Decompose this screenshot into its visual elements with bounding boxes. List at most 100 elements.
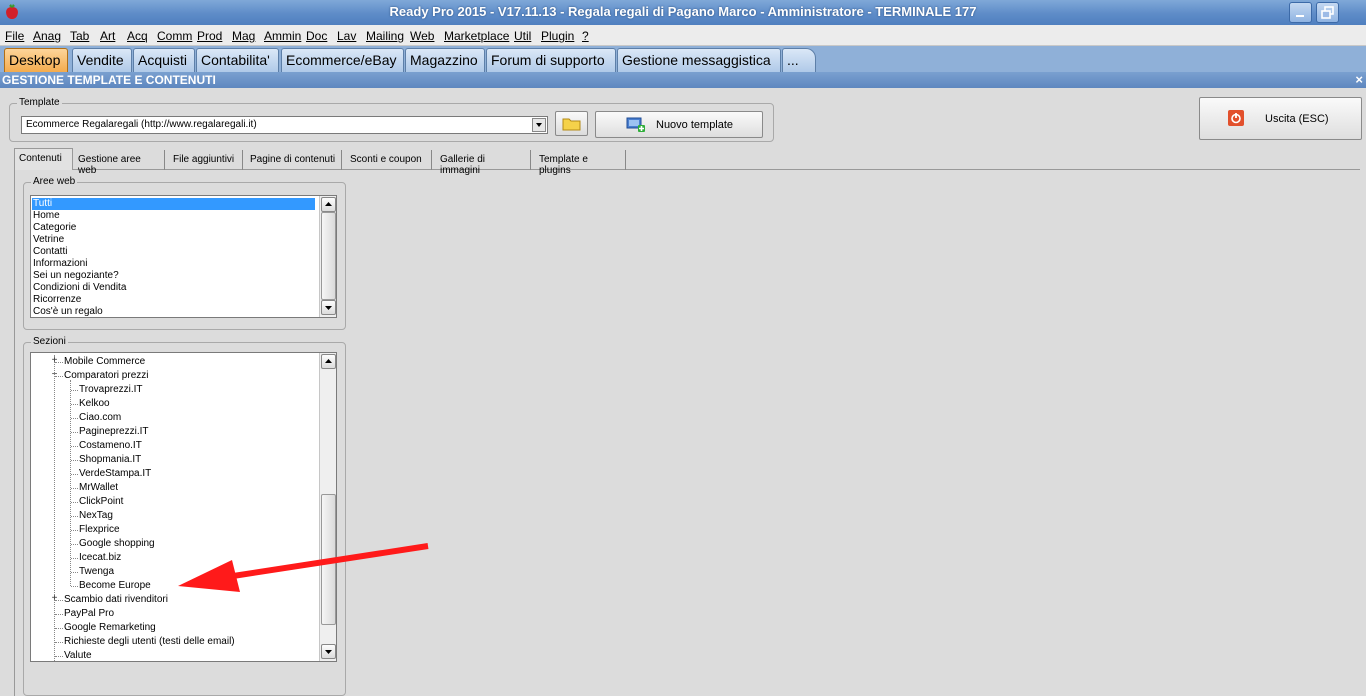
menu-anag[interactable]: Anag (33, 29, 61, 43)
sezioni-scrollbar[interactable] (319, 353, 336, 661)
template-select[interactable]: Ecommerce Regalaregali (http://www.regal… (21, 116, 548, 134)
scroll-down-button[interactable] (321, 644, 336, 659)
subtab-sconti-coupon[interactable]: Sconti e coupon (346, 150, 432, 170)
tab-contabilita[interactable]: Contabilita' (196, 48, 279, 72)
tab-acquisti[interactable]: Acquisti (133, 48, 195, 72)
tree-connector (71, 488, 78, 489)
tree-item[interactable]: NexTag (79, 510, 113, 522)
aree-web-list[interactable]: Tutti Home Categorie Vetrine Contatti Informa… (30, 195, 337, 318)
tree-connector (71, 474, 78, 475)
tree-connector (71, 572, 78, 573)
tree-connector (71, 558, 78, 559)
scroll-up-button[interactable] (321, 354, 336, 369)
menu-acq[interactable]: Acq (127, 29, 148, 43)
menu-prod[interactable]: Prod (197, 29, 222, 43)
subtab-template-plugins[interactable]: Template e plugins (535, 150, 626, 176)
tree-item[interactable]: Mobile Commerce (64, 356, 145, 368)
expand-icon[interactable]: + (50, 594, 59, 604)
tree-item[interactable]: Flexprice (79, 524, 120, 536)
tree-item[interactable]: Google shopping (79, 538, 155, 550)
menu-help[interactable]: ? (582, 29, 589, 43)
subtab-gallerie-immagini[interactable]: Gallerie di immagini (436, 150, 531, 176)
menu-comm[interactable]: Comm (157, 29, 192, 43)
restore-button[interactable] (1316, 2, 1339, 23)
arrow-head (178, 560, 240, 592)
tree-connector (71, 432, 78, 433)
tree-item[interactable]: Icecat.biz (79, 552, 121, 564)
aree-web-item[interactable]: Tutti (32, 198, 315, 210)
expand-icon[interactable]: + (50, 356, 59, 366)
subtab-gestione-aree-web[interactable]: Gestione aree web (74, 150, 165, 176)
scroll-down-button[interactable] (321, 300, 336, 315)
open-folder-button[interactable] (555, 111, 588, 136)
aree-web-item[interactable]: Vetrine (33, 234, 64, 246)
panel-title: GESTIONE TEMPLATE E CONTENUTI (2, 73, 216, 87)
tree-connector (71, 446, 78, 447)
menu-mag[interactable]: Mag (232, 29, 255, 43)
tree-item[interactable]: Become Europe (79, 580, 151, 592)
menu-art[interactable]: Art (100, 29, 115, 43)
menu-lav[interactable]: Lav (337, 29, 356, 43)
tab-more[interactable]: ... (782, 48, 816, 72)
menu-mailing[interactable]: Mailing (366, 29, 404, 43)
tree-item[interactable]: Costameno.IT (79, 440, 142, 452)
tab-ecommerce-ebay[interactable]: Ecommerce/eBay (281, 48, 404, 72)
tree-item[interactable]: Shopmania.IT (79, 454, 141, 466)
close-icon[interactable]: × (1355, 72, 1363, 87)
aree-web-item[interactable]: Categorie (33, 222, 76, 234)
aree-web-item[interactable]: Informazioni (33, 258, 87, 270)
aree-web-item[interactable]: Home (33, 210, 60, 222)
collapse-icon[interactable]: − (50, 370, 59, 380)
menu-web[interactable]: Web (410, 29, 434, 43)
tab-magazzino[interactable]: Magazzino (405, 48, 485, 72)
subtab-contenuti[interactable]: Contenuti (14, 148, 73, 170)
annotation-arrow (178, 543, 429, 592)
tree-item[interactable]: Ciao.com (79, 412, 121, 424)
scroll-thumb[interactable] (321, 212, 336, 300)
tree-connector (71, 544, 78, 545)
aree-web-scrollbar[interactable] (319, 196, 336, 317)
aree-web-item[interactable]: Contatti (33, 246, 67, 258)
tree-item[interactable]: Twenga (79, 566, 114, 578)
tree-item[interactable]: Comparatori prezzi (64, 370, 148, 382)
aree-web-item[interactable]: Cos'è un regalo (33, 306, 103, 317)
minimize-button[interactable] (1289, 2, 1312, 23)
tree-item[interactable]: Scambio dati rivenditori (64, 594, 168, 606)
dropdown-arrow-button[interactable] (532, 118, 546, 132)
tree-connector (71, 390, 78, 391)
tab-forum-supporto[interactable]: Forum di supporto (486, 48, 616, 72)
tree-connector (71, 502, 78, 503)
tree-item[interactable]: PayPal Pro (64, 608, 114, 620)
tree-item[interactable]: Richieste degli utenti (testi delle emai… (64, 636, 235, 648)
menu-file[interactable]: File (5, 29, 24, 43)
tree-item[interactable]: ClickPoint (79, 496, 123, 508)
aree-web-item[interactable]: Sei un negoziante? (33, 270, 119, 282)
tree-item[interactable]: Valute (64, 650, 92, 661)
aree-web-item[interactable]: Condizioni di Vendita (33, 282, 126, 294)
subtab-pagine-contenuti[interactable]: Pagine di contenuti (246, 150, 342, 170)
tab-gestione-messaggistica[interactable]: Gestione messaggistica (617, 48, 781, 72)
scroll-up-button[interactable] (321, 197, 336, 212)
subtab-file-aggiuntivi[interactable]: File aggiuntivi (169, 150, 243, 170)
tree-item[interactable]: VerdeStampa.IT (79, 468, 151, 480)
tree-connector (71, 586, 78, 587)
aree-web-item[interactable]: Ricorrenze (33, 294, 81, 306)
menu-doc[interactable]: Doc (306, 29, 327, 43)
tab-desktop[interactable]: Desktop (4, 48, 68, 72)
tree-item[interactable]: Trovaprezzi.IT (79, 384, 143, 396)
menu-tab[interactable]: Tab (70, 29, 89, 43)
menu-util[interactable]: Util (514, 29, 531, 43)
tree-item[interactable]: Kelkoo (79, 398, 110, 410)
tree-item[interactable]: Pagineprezzi.IT (79, 426, 148, 438)
menu-ammin[interactable]: Ammin (264, 29, 301, 43)
tree-connector (55, 642, 63, 643)
sezioni-tree[interactable]: + Mobile Commerce − Comparatori prezzi Trova… (30, 352, 337, 662)
menu-plugin[interactable]: Plugin (541, 29, 574, 43)
new-template-label: Nuovo template (656, 119, 734, 131)
tab-vendite[interactable]: Vendite (72, 48, 132, 72)
exit-button[interactable]: Uscita (ESC) (1199, 97, 1362, 140)
tree-item[interactable]: Google Remarketing (64, 622, 156, 634)
tree-item[interactable]: MrWallet (79, 482, 118, 494)
menu-marketplace[interactable]: Marketplace (444, 29, 509, 43)
new-template-button[interactable]: Nuovo template (595, 111, 763, 138)
